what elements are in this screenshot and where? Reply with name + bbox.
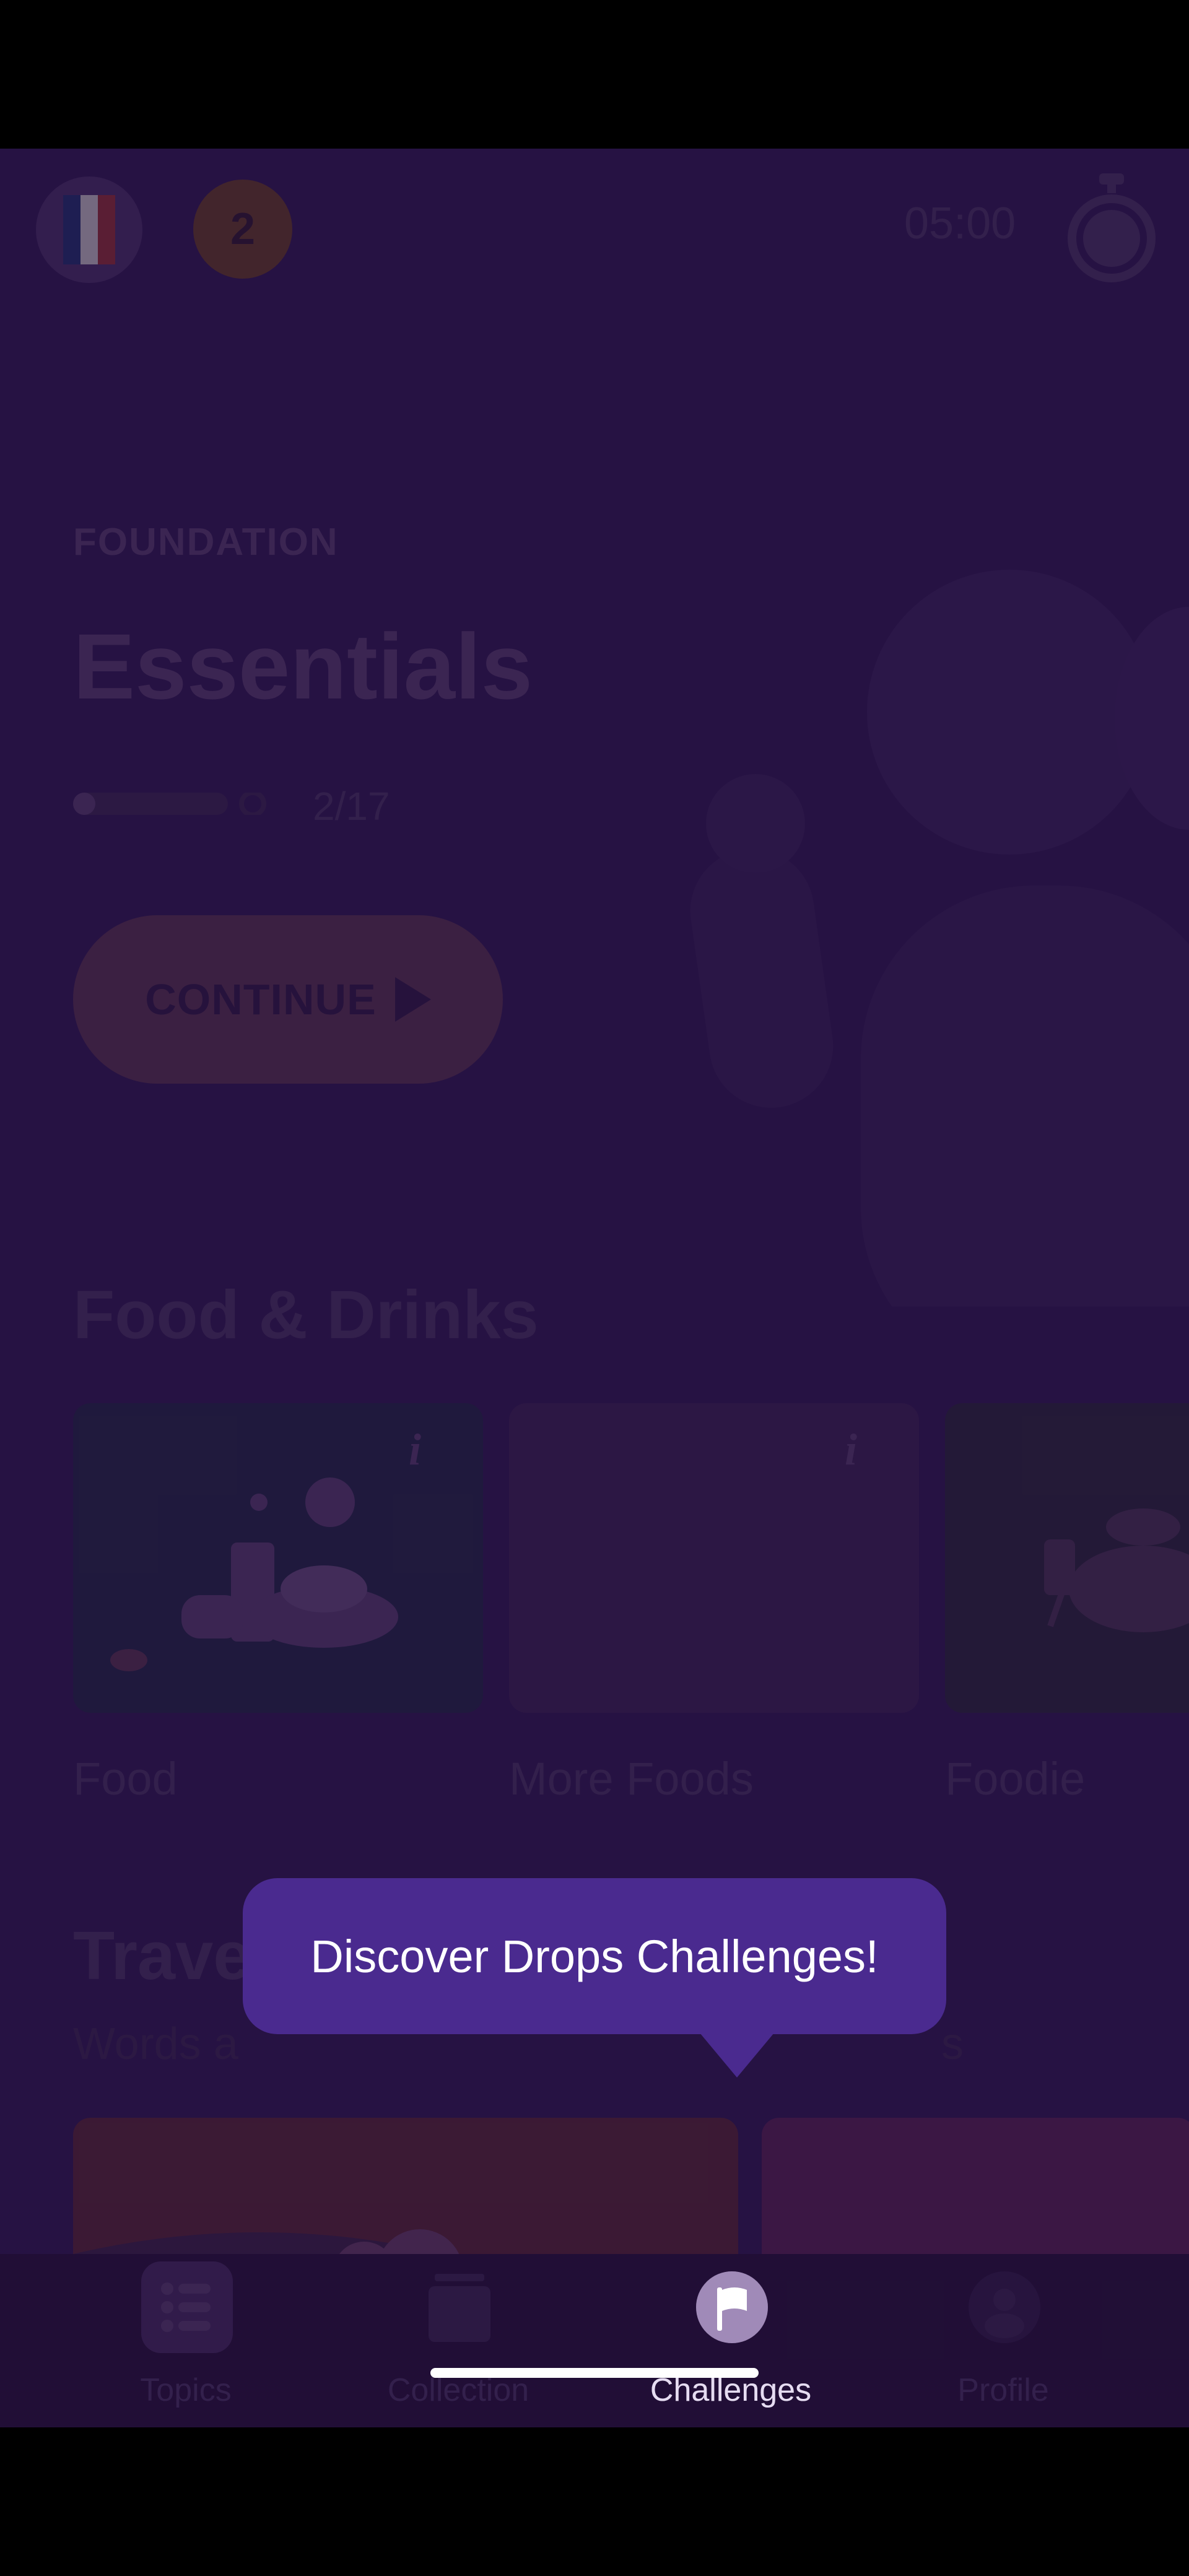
flag-stripe-blue xyxy=(63,195,81,264)
play-arrow-icon xyxy=(394,977,431,1022)
home-bar xyxy=(0,2427,1189,2576)
tooltip-text: Discover Drops Challenges! xyxy=(310,1930,879,1982)
dining-icon xyxy=(1044,1508,1189,1632)
profile-icon xyxy=(959,2261,1050,2353)
topic-card-label: Foodie xyxy=(945,1753,1086,1804)
tooltip-pointer xyxy=(700,2033,774,2078)
progress-count: 2/17 xyxy=(313,784,390,829)
tab-label: Profile xyxy=(957,2372,1049,2408)
info-icon[interactable]: i xyxy=(409,1424,421,1476)
tab-challenges-highlight[interactable]: Challenges xyxy=(594,2254,867,2427)
info-icon[interactable]: i xyxy=(845,1424,857,1476)
course-title: Essentials xyxy=(73,614,533,718)
streak-badge[interactable]: 2 xyxy=(193,180,292,279)
breakfast-icon xyxy=(110,1477,398,1671)
course-level-label: FOUNDATION xyxy=(73,521,339,564)
flag-stripe-white xyxy=(81,195,98,264)
challenges-tooltip[interactable]: Discover Drops Challenges! xyxy=(243,1878,946,2034)
tab-label: Topics xyxy=(140,2372,232,2408)
mascot-illustration xyxy=(690,570,1189,1307)
continue-button[interactable]: CONTINUE xyxy=(73,915,503,1084)
topic-card-label: More Foods xyxy=(509,1753,754,1804)
section-title-food-drinks: Food & Drinks xyxy=(73,1277,539,1353)
list-icon xyxy=(141,2261,233,2353)
tab-collection[interactable]: Collection xyxy=(322,2254,594,2427)
tab-topics[interactable]: Topics xyxy=(50,2254,322,2427)
topic-card-label: Food xyxy=(73,1753,178,1804)
flag-icon xyxy=(686,2261,778,2353)
language-flag-button[interactable] xyxy=(36,176,142,283)
status-bar xyxy=(0,0,1189,149)
tab-profile[interactable]: Profile xyxy=(867,2254,1139,2427)
collection-icon xyxy=(414,2261,505,2353)
course-progress-bar xyxy=(73,793,266,815)
section-subtitle: Words a xyxy=(73,2019,238,2069)
home-indicator[interactable] xyxy=(430,2368,759,2378)
flag-stripe-red xyxy=(98,195,115,264)
topic-card-food[interactable] xyxy=(73,1403,483,1713)
timer-text: 05:00 xyxy=(904,199,1016,248)
stopwatch-icon[interactable] xyxy=(1065,173,1158,285)
topic-card-more-foods[interactable] xyxy=(509,1403,919,1713)
section-subtitle-tail: s xyxy=(941,2019,964,2069)
topic-card-foodie[interactable] xyxy=(945,1403,1189,1713)
app-screen: 2 05:00 FOUNDATION Essentials 2/17 CONTI… xyxy=(0,149,1189,2427)
top-bar: 2 05:00 xyxy=(0,149,1189,310)
continue-label: CONTINUE xyxy=(145,975,377,1024)
